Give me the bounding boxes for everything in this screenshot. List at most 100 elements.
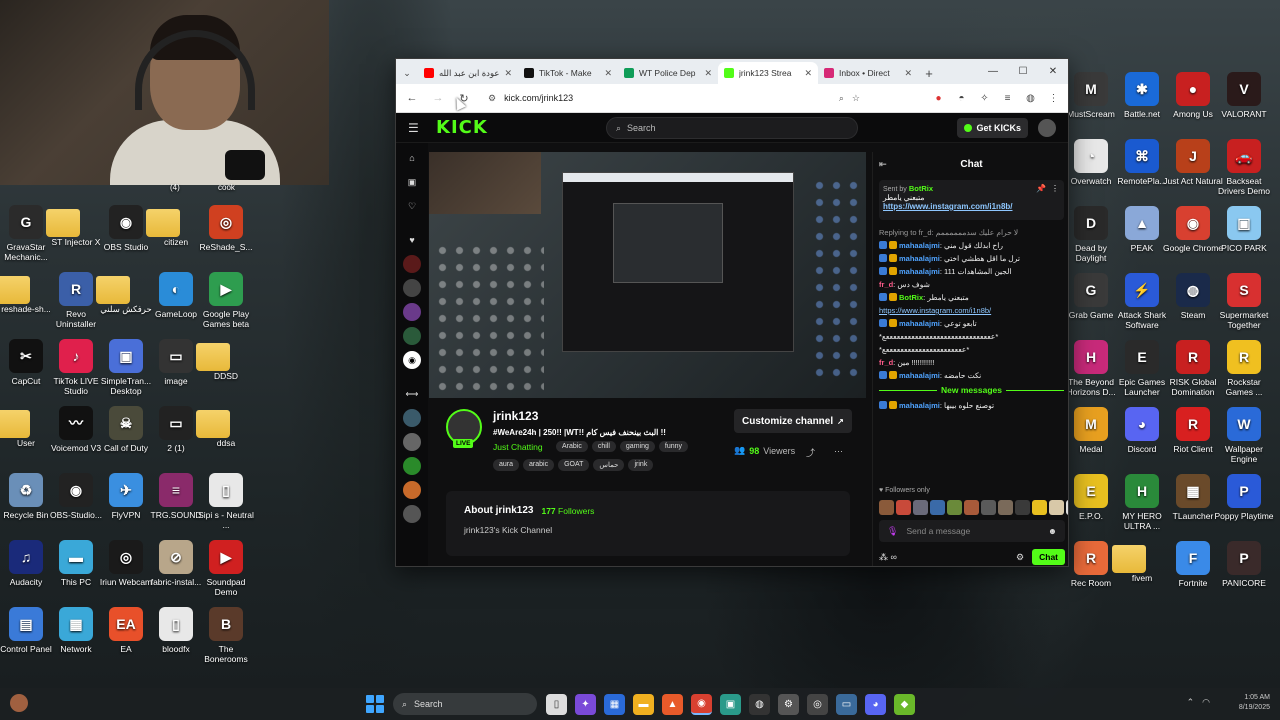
channel-avatar-2[interactable] (403, 279, 421, 297)
start-button[interactable] (366, 695, 384, 713)
taskbar-nvidia-icon[interactable]: ◆ (894, 694, 915, 715)
desktop-shortcut[interactable]: ▶ Google Play Games beta (196, 272, 256, 329)
desktop-shortcut[interactable]: ▶ Soundpad Demo (196, 540, 256, 597)
desktop-shortcut[interactable]: P PANICORE (1214, 541, 1274, 588)
channel-avatar-8[interactable] (403, 457, 421, 475)
extensions-puzzle-icon[interactable]: ✧ (976, 90, 993, 107)
bookmark-star-icon[interactable]: ☆ (852, 93, 860, 104)
taskbar-chrome-icon[interactable]: ◉ (691, 694, 712, 715)
clock[interactable]: 1:05 AM 8/19/2025 (1239, 693, 1270, 713)
emote-icon[interactable] (930, 500, 945, 515)
desktop-shortcut[interactable]: W Wallpaper Engine (1214, 407, 1274, 464)
maximize-icon[interactable]: ☐ (1008, 59, 1038, 84)
chat-input[interactable]: 🎙 Send a message ☻ (879, 520, 1065, 542)
desktop-shortcut[interactable]: P Poppy Playtime (1214, 474, 1274, 521)
pinned-more-icon[interactable]: ⋮ (1051, 184, 1059, 193)
browser-menu-icon[interactable]: ⋮ (1045, 90, 1062, 107)
browser-tab[interactable]: WT Police Dep ✕ (618, 62, 718, 84)
share-icon[interactable]: ⤴ (806, 446, 815, 459)
chat-username[interactable]: fr_d (879, 358, 893, 367)
chat-username[interactable]: fr_d (879, 280, 893, 289)
emote-icon[interactable] (896, 500, 911, 515)
more-options-icon[interactable]: ⋯ (834, 446, 843, 457)
channel-avatar-7[interactable] (403, 433, 421, 451)
tray-network-icon[interactable]: ◠ (1202, 697, 1210, 708)
desktop-shortcut[interactable]: 🚗 Backseat Drivers Demo (1214, 139, 1274, 196)
desktop-shortcut[interactable]: B The Bonerooms (196, 607, 256, 664)
new-messages-divider[interactable]: New messages (879, 384, 1064, 397)
desktop-shortcut[interactable]: ◎ ReShade_S... (196, 205, 256, 252)
taskbar-window-icon[interactable]: ▭ (836, 694, 857, 715)
chat-username[interactable]: mahaalajmi (899, 401, 940, 410)
pin-icon[interactable]: 📌 (1036, 184, 1046, 193)
emote-icon[interactable] (964, 500, 979, 515)
stream-tag[interactable]: jrink (628, 459, 654, 471)
profile-icon[interactable]: ◍ (1022, 90, 1039, 107)
taskbar-app-icon[interactable]: ▲ (662, 694, 683, 715)
weather-widget[interactable] (10, 694, 28, 712)
close-tab-icon[interactable]: ✕ (504, 68, 512, 79)
stream-tag[interactable]: GOAT (558, 459, 590, 471)
emote-icon[interactable] (947, 500, 962, 515)
stream-tag[interactable]: حماس (593, 459, 625, 471)
close-tab-icon[interactable]: ✕ (704, 68, 712, 79)
recommended-icon[interactable]: ⟷ (403, 385, 421, 403)
emote-icon[interactable] (1066, 500, 1068, 515)
chat-username[interactable]: mahaalajmi (899, 371, 940, 380)
desktop-shortcut[interactable]: ▯ Sipi s - Neutral ... (196, 473, 256, 530)
zoom-icon[interactable]: ⌕ (839, 93, 844, 104)
get-kicks-button[interactable]: Get KICKs (957, 118, 1028, 138)
close-tab-icon[interactable]: ✕ (904, 68, 912, 79)
extension-red-icon[interactable]: ● (930, 90, 947, 107)
browser-tab[interactable]: TikTok - Make ✕ (518, 62, 618, 84)
stream-category[interactable]: Just Chatting (493, 442, 543, 452)
forward-icon[interactable]: → (428, 88, 448, 108)
taskbar-copilot-icon[interactable]: ✦ (575, 694, 596, 715)
browser-tab[interactable]: Inbox • Direct ✕ (818, 62, 918, 84)
chat-send-button[interactable]: Chat (1032, 549, 1065, 565)
extension-incognito-icon[interactable]: ◓ (953, 90, 970, 107)
emoji-icon[interactable]: ☻ (1048, 526, 1057, 536)
chat-text[interactable]: https://www.instagram.com/i1n8b/ (879, 306, 991, 315)
tab-search-chevron-icon[interactable]: ⌄ (396, 62, 418, 84)
taskbar-capcut-icon[interactable]: ▣ (720, 694, 741, 715)
chat-username[interactable]: mahaalajmi (899, 241, 940, 250)
browser-tab[interactable]: jrink123 Strea ✕ (718, 62, 818, 84)
chat-username[interactable]: BotRix (899, 293, 923, 302)
hamburger-menu-icon[interactable]: ☰ (408, 121, 424, 135)
channel-avatar-9[interactable] (403, 481, 421, 499)
taskbar-explorer-icon[interactable]: ▬ (633, 694, 654, 715)
desktop-shortcut[interactable]: DDSD (196, 339, 256, 381)
collapse-chat-icon[interactable]: ⇤ (879, 159, 887, 170)
tray-chevron-icon[interactable]: ⌃ (1187, 697, 1195, 708)
user-avatar[interactable] (1038, 119, 1056, 137)
channel-avatar-5[interactable]: ◉ (403, 351, 421, 369)
taskbar-store-icon[interactable]: ▦ (604, 694, 625, 715)
stream-tag[interactable]: chill (591, 441, 616, 452)
close-tab-icon[interactable]: ✕ (604, 68, 612, 79)
channel-avatar-1[interactable] (403, 255, 421, 273)
taskbar-settings-icon[interactable]: ⚙ (778, 694, 799, 715)
customize-channel-button[interactable]: Customize channel ↗ (734, 409, 852, 433)
taskbar-obs-icon[interactable]: ◍ (749, 694, 770, 715)
new-tab-button[interactable]: + (918, 62, 940, 84)
minimize-icon[interactable]: — (978, 59, 1008, 84)
stream-tag[interactable]: gaming (619, 441, 655, 452)
followed-heart-icon[interactable]: ♥ (403, 231, 421, 249)
stream-tag[interactable]: arabic (523, 459, 555, 471)
home-icon[interactable]: ⌂ (403, 149, 421, 167)
chat-settings-icon[interactable]: ⚙ (1016, 552, 1024, 563)
chat-points-icon[interactable]: ⁂ ∞ (879, 552, 897, 563)
emote-icon[interactable] (981, 500, 996, 515)
stream-tag[interactable]: funny (658, 441, 688, 452)
emote-icon[interactable] (1015, 500, 1030, 515)
emote-icon[interactable] (913, 500, 928, 515)
pinned-link[interactable]: https://www.instagram.com/i1n8b/ (883, 202, 1060, 211)
close-tab-icon[interactable]: ✕ (804, 68, 812, 79)
desktop-shortcut[interactable]: V VALORANT (1214, 72, 1274, 119)
close-window-icon[interactable]: ✕ (1038, 59, 1068, 84)
chat-username[interactable]: mahaalajmi (899, 267, 940, 276)
address-bar[interactable]: ⚙ kick.com/jrink123 ⌕ ☆ (480, 87, 868, 109)
kick-search-input[interactable]: ⌕ Search (606, 117, 858, 139)
following-icon[interactable]: ♡ (403, 197, 421, 215)
